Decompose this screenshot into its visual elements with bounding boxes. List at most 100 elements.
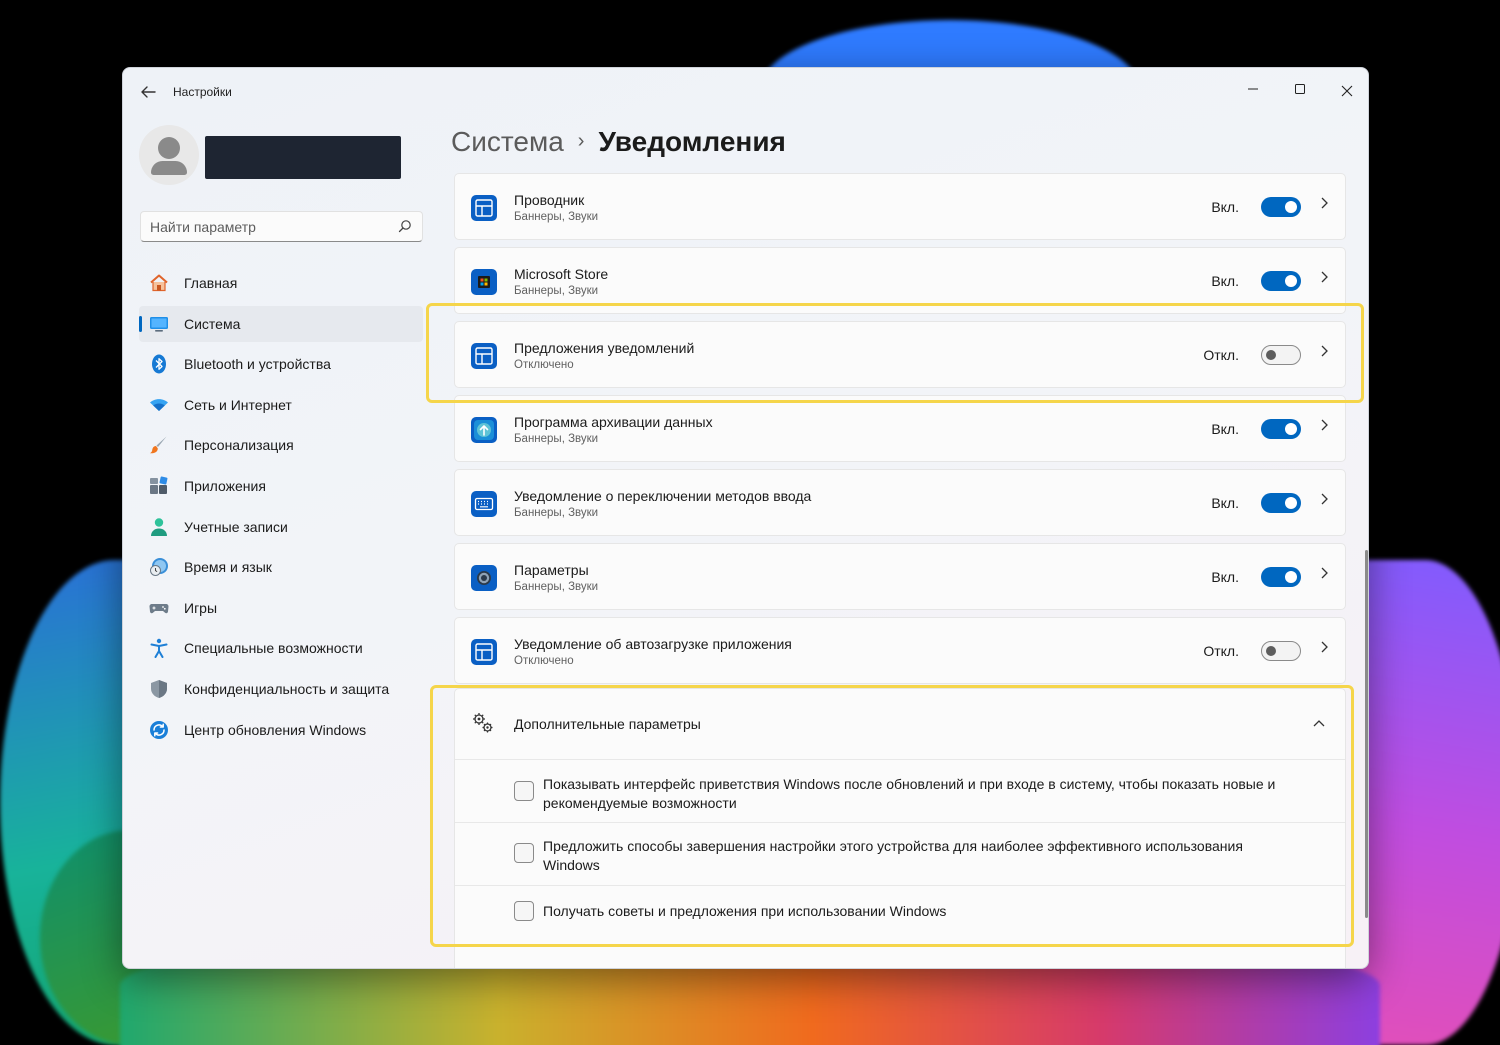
backup-icon	[471, 417, 497, 443]
advanced-settings-title: Дополнительные параметры	[514, 716, 701, 732]
sidebar-item-time-language[interactable]: Время и язык	[139, 549, 423, 585]
option-label: Показывать интерфейс приветствия Windows…	[543, 776, 1276, 811]
sidebar-item-apps[interactable]: Приложения	[139, 468, 423, 504]
sidebar-item-label: Главная	[184, 275, 238, 291]
page-title: Уведомления	[598, 126, 786, 157]
option-finish-setup[interactable]: Предложить способы завершения настройки …	[455, 823, 1345, 885]
sidebar-item-bluetooth[interactable]: Bluetooth и устройства	[139, 346, 423, 382]
notification-toggle[interactable]	[1261, 271, 1301, 291]
sidebar-item-accessibility[interactable]: Специальные возможности	[139, 630, 423, 666]
app-notification-row-settings[interactable]: Параметры Баннеры, Звуки Вкл.	[454, 543, 1346, 610]
sidebar-item-label: Приложения	[184, 477, 266, 494]
sidebar-nav: Главная Система Bluetooth и устройства С…	[139, 265, 423, 752]
minimize-icon[interactable]	[1237, 76, 1269, 106]
account-icon	[151, 517, 167, 536]
app-notification-row-input-switch[interactable]: Уведомление о переключении методов ввода…	[454, 469, 1346, 536]
apps-icon	[150, 476, 168, 494]
toggle-state-label: Откл.	[1203, 643, 1239, 659]
arrow-left-icon[interactable]	[137, 81, 159, 103]
sidebar-item-windows-update[interactable]: Центр обновления Windows	[139, 712, 423, 748]
app-name: Microsoft Store	[514, 266, 609, 282]
checkbox[interactable]	[514, 843, 534, 863]
app-notification-row-store[interactable]: Microsoft Store Баннеры, Звуки Вкл.	[454, 247, 1346, 314]
notification-toggle[interactable]	[1261, 419, 1301, 439]
app-title: Настройки	[173, 85, 232, 99]
option-tips-suggestions[interactable]: Получать советы и предложения при исполь…	[455, 886, 1345, 936]
settings-window: Настройки Найти параметр Главная Система…	[122, 67, 1369, 969]
notification-types: Отключено	[514, 359, 574, 371]
keyboard-icon	[471, 491, 497, 517]
app-name: Проводник	[514, 192, 585, 208]
sidebar-item-label: Сеть и Интернет	[184, 396, 292, 413]
option-label: Получать советы и предложения при исполь…	[543, 903, 947, 919]
toggle-state-label: Откл.	[1203, 347, 1239, 363]
explorer-icon	[471, 195, 497, 221]
sidebar-item-privacy[interactable]: Конфиденциальность и защита	[139, 671, 423, 707]
sidebar-item-accounts[interactable]: Учетные записи	[139, 509, 423, 545]
checkbox[interactable]	[514, 781, 534, 801]
app-notification-row-explorer[interactable]: Проводник Баннеры, Звуки Вкл.	[454, 173, 1346, 240]
option-label: Предложить способы завершения настройки …	[543, 838, 1243, 873]
sidebar-item-label: Конфиденциальность и защита	[184, 680, 390, 697]
chevron-right-icon[interactable]	[1317, 640, 1331, 660]
option-welcome-experience[interactable]: Показывать интерфейс приветствия Windows…	[455, 760, 1345, 822]
chevron-right-icon[interactable]	[1317, 344, 1331, 364]
app-notification-row-backup[interactable]: Программа архивации данных Баннеры, Звук…	[454, 395, 1346, 462]
notification-toggle[interactable]	[1261, 493, 1301, 513]
sidebar-item-label: Учетные записи	[184, 518, 288, 535]
chevron-right-icon[interactable]	[1317, 492, 1331, 512]
maximize-icon[interactable]	[1284, 76, 1316, 106]
app-name: Уведомление об автозагрузке приложения	[514, 636, 792, 652]
store-icon	[471, 269, 497, 295]
breadcrumb-parent[interactable]: Система	[451, 126, 564, 157]
app-notification-row-startup-app[interactable]: Уведомление об автозагрузке приложения О…	[454, 617, 1346, 684]
notification-types: Баннеры, Звуки	[514, 507, 599, 519]
checkbox[interactable]	[514, 901, 534, 921]
breadcrumb: Система › Уведомления	[451, 126, 786, 158]
app-notification-row-suggestions[interactable]: Предложения уведомлений Отключено Откл.	[454, 321, 1346, 388]
app-window-icon	[471, 639, 497, 665]
app-name: Предложения уведомлений	[514, 340, 695, 356]
search-icon[interactable]	[398, 219, 412, 233]
bluetooth-icon	[152, 354, 166, 374]
app-window-icon	[471, 343, 497, 369]
home-icon	[150, 274, 168, 292]
sidebar-item-label: Время и язык	[184, 559, 272, 576]
chevron-up-icon[interactable]	[1311, 713, 1327, 733]
notifications-list: Проводник Баннеры, Звуки Вкл. Microsoft …	[454, 173, 1346, 968]
notification-types: Баннеры, Звуки	[514, 285, 599, 297]
advanced-settings-expander: Дополнительные параметры Показывать инте…	[454, 688, 1346, 968]
sidebar-item-label: Специальные возможности	[184, 640, 363, 657]
sidebar-item-personalization[interactable]: Персонализация	[139, 427, 423, 463]
sidebar-item-label: Персонализация	[184, 437, 294, 454]
notification-toggle[interactable]	[1261, 197, 1301, 217]
sidebar-item-label: Bluetooth и устройства	[184, 356, 331, 373]
toggle-state-label: Вкл.	[1211, 273, 1239, 289]
notification-toggle[interactable]	[1261, 345, 1301, 365]
notification-toggle[interactable]	[1261, 641, 1301, 661]
search-box[interactable]	[140, 211, 423, 242]
toggle-state-label: Вкл.	[1211, 495, 1239, 511]
notification-types: Баннеры, Звуки	[514, 211, 599, 223]
sidebar-item-system[interactable]: Система	[139, 305, 423, 342]
sidebar-item-network[interactable]: Сеть и Интернет	[139, 387, 423, 423]
redacted-user-name	[205, 136, 401, 179]
sidebar-item-gaming[interactable]: Игры	[139, 590, 423, 626]
avatar	[139, 125, 199, 185]
chevron-right-icon[interactable]	[1317, 270, 1331, 290]
chevron-right-icon[interactable]	[1317, 418, 1331, 438]
notification-types: Баннеры, Звуки	[514, 433, 599, 445]
brush-icon	[150, 436, 167, 454]
sidebar-item-home[interactable]: Главная	[139, 265, 423, 301]
search-input[interactable]	[150, 218, 390, 236]
notification-toggle[interactable]	[1261, 567, 1301, 587]
vertical-scrollbar[interactable]	[1365, 550, 1368, 918]
sidebar-item-label: Игры	[184, 599, 218, 616]
close-icon[interactable]	[1331, 76, 1363, 106]
advanced-settings-header[interactable]: Дополнительные параметры	[455, 689, 1345, 759]
chevron-right-icon[interactable]	[1317, 566, 1331, 586]
sidebar-item-label: Система	[184, 315, 241, 332]
wifi-icon	[150, 398, 168, 411]
windows-update-icon	[150, 720, 168, 739]
chevron-right-icon[interactable]	[1317, 196, 1331, 216]
